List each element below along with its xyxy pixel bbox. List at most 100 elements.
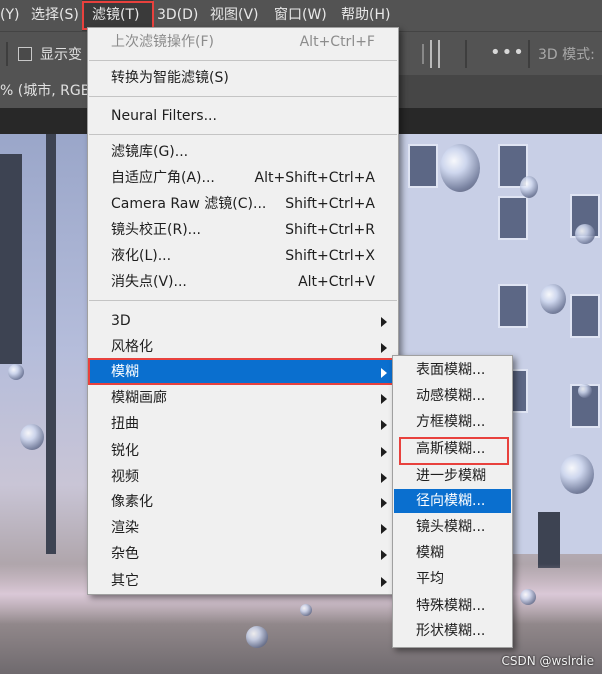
menu-item-label: 风格化: [111, 339, 153, 355]
submenu-arrow-icon: [381, 394, 387, 404]
menu-item-stylize[interactable]: 风格化: [89, 335, 397, 359]
submenu-arrow-icon: [381, 447, 387, 457]
3d-mode-label: 3D 模式:: [538, 47, 595, 63]
menu-item-lens-correction[interactable]: 镜头校正(R)... Shift+Ctrl+R: [89, 218, 397, 242]
submenu-item-shape-blur[interactable]: 形状模糊...: [394, 619, 511, 643]
menu-item-label: 渲染: [111, 520, 139, 536]
menu-item-label: 消失点(V)...: [111, 274, 187, 290]
menu-item-label: Camera Raw 滤镜(C)...: [111, 196, 267, 212]
menu-item-neural-filters[interactable]: Neural Filters...: [89, 104, 397, 128]
menu-item-blur[interactable]: 模糊: [89, 360, 397, 384]
submenu-item-label: 平均: [416, 571, 444, 587]
submenu-arrow-icon: [381, 473, 387, 483]
menu-item-label: 滤镜库(G)...: [111, 144, 189, 160]
menu-select[interactable]: 选择(S): [31, 0, 79, 31]
menu-separator: [89, 60, 397, 61]
menu-item-shortcut: Alt+Shift+Ctrl+A: [254, 170, 375, 186]
menu-item-vanishing-point[interactable]: 消失点(V)... Alt+Ctrl+V: [89, 270, 397, 294]
menu-item-label: 上次滤镜操作(F): [111, 34, 214, 50]
submenu-arrow-icon: [381, 343, 387, 353]
toolbar-divider-2: [465, 40, 467, 68]
show-transform-checkbox[interactable]: [18, 47, 32, 61]
submenu-item-gaussian-blur[interactable]: 高斯模糊...: [394, 437, 511, 461]
submenu-item-blur-more[interactable]: 进一步模糊: [394, 464, 511, 488]
submenu-item-smart-blur[interactable]: 特殊模糊...: [394, 594, 511, 618]
menu-item-label: 模糊画廊: [111, 390, 167, 406]
menu-item-label: 视频: [111, 469, 139, 485]
submenu-item-label: 进一步模糊: [416, 468, 486, 484]
toolbar-divider: [6, 42, 8, 66]
menu-item-render[interactable]: 渲染: [89, 516, 397, 540]
menu-item-label: 扭曲: [111, 416, 139, 432]
submenu-item-label: 特殊模糊...: [416, 598, 486, 614]
menu-item-label: 液化(L)...: [111, 248, 172, 264]
submenu-arrow-icon: [381, 420, 387, 430]
menu-item-label: 模糊: [111, 364, 139, 380]
submenu-item-lens-blur[interactable]: 镜头模糊...: [394, 515, 511, 539]
menu-item-blur-gallery[interactable]: 模糊画廊: [89, 386, 397, 410]
menu-separator: [89, 134, 397, 135]
traffic-light-right: [538, 512, 560, 568]
menu-item-shortcut: Shift+Ctrl+A: [285, 196, 375, 212]
submenu-item-average[interactable]: 平均: [394, 567, 511, 591]
menu-item-camera-raw[interactable]: Camera Raw 滤镜(C)... Shift+Ctrl+A: [89, 192, 397, 216]
menu-item-video[interactable]: 视频: [89, 465, 397, 489]
menu-separator: [89, 96, 397, 97]
menu-item-label: Neural Filters...: [111, 108, 217, 124]
menu-item-label: 锐化: [111, 443, 139, 459]
toolbar-divider-3: [528, 40, 530, 68]
filter-dropdown-menu: 上次滤镜操作(F) Alt+Ctrl+F 转换为智能滤镜(S) Neural F…: [87, 27, 399, 595]
menu-item-adaptive-wide-angle[interactable]: 自适应广角(A)... Alt+Shift+Ctrl+A: [89, 166, 397, 190]
menu-item-distort[interactable]: 扭曲: [89, 412, 397, 436]
menu-item-label: 杂色: [111, 546, 139, 562]
menu-item-last-filter[interactable]: 上次滤镜操作(F) Alt+Ctrl+F: [89, 30, 397, 54]
submenu-arrow-icon: [381, 550, 387, 560]
menu-item-label: 其它: [111, 573, 139, 589]
menu-item-label: 自适应广角(A)...: [111, 170, 215, 186]
submenu-arrow-icon: [381, 317, 387, 327]
more-options-icon[interactable]: •••: [490, 42, 525, 63]
submenu-item-surface-blur[interactable]: 表面模糊...: [394, 358, 511, 382]
menu-item-label: 3D: [111, 313, 131, 329]
menu-item-label: 像素化: [111, 494, 153, 510]
submenu-item-label: 镜头模糊...: [416, 519, 486, 535]
menu-item-shortcut: Shift+Ctrl+X: [285, 248, 375, 264]
submenu-arrow-icon: [381, 498, 387, 508]
submenu-item-label: 表面模糊...: [416, 362, 486, 378]
show-transform-label: 显示变: [40, 47, 82, 63]
submenu-item-label: 径向模糊...: [416, 493, 486, 509]
menu-item-3d[interactable]: 3D: [89, 309, 397, 333]
submenu-arrow-icon: [381, 524, 387, 534]
submenu-item-label: 方框模糊...: [416, 414, 486, 430]
menu-item-pixelate[interactable]: 像素化: [89, 490, 397, 514]
menu-item-liquify[interactable]: 液化(L)... Shift+Ctrl+X: [89, 244, 397, 268]
traffic-pole-left: [0, 154, 22, 364]
distribute-icon[interactable]: [430, 40, 440, 68]
menu-item-shortcut: Alt+Ctrl+V: [298, 274, 375, 290]
watermark: CSDN @wslrdie: [501, 654, 594, 668]
submenu-item-radial-blur[interactable]: 径向模糊...: [394, 489, 511, 513]
menu-separator: [89, 300, 397, 301]
menu-item-shortcut: Alt+Ctrl+F: [299, 34, 375, 50]
menu-item-filter-gallery[interactable]: 滤镜库(G)...: [89, 140, 397, 164]
menu-edit-partial[interactable]: (Y): [0, 0, 19, 31]
submenu-item-box-blur[interactable]: 方框模糊...: [394, 410, 511, 434]
blur-submenu: 表面模糊... 动感模糊... 方框模糊... 高斯模糊... 进一步模糊 径向…: [392, 355, 513, 648]
menu-item-other[interactable]: 其它: [89, 569, 397, 593]
menu-item-label: 镜头校正(R)...: [111, 222, 202, 238]
menu-item-label: 转换为智能滤镜(S): [111, 70, 229, 86]
menu-item-noise[interactable]: 杂色: [89, 542, 397, 566]
submenu-item-blur[interactable]: 模糊: [394, 541, 511, 565]
submenu-item-motion-blur[interactable]: 动感模糊...: [394, 384, 511, 408]
submenu-arrow-icon: [381, 368, 387, 378]
align-icon[interactable]: [422, 44, 424, 64]
submenu-item-label: 模糊: [416, 545, 444, 561]
menu-item-shortcut: Shift+Ctrl+R: [285, 222, 375, 238]
submenu-item-label: 高斯模糊...: [416, 441, 486, 457]
submenu-item-label: 动感模糊...: [416, 388, 486, 404]
submenu-arrow-icon: [381, 577, 387, 587]
lamp-post: [46, 134, 56, 554]
submenu-item-label: 形状模糊...: [416, 623, 486, 639]
menu-item-sharpen[interactable]: 锐化: [89, 439, 397, 463]
menu-item-smart-filter[interactable]: 转换为智能滤镜(S): [89, 66, 397, 90]
